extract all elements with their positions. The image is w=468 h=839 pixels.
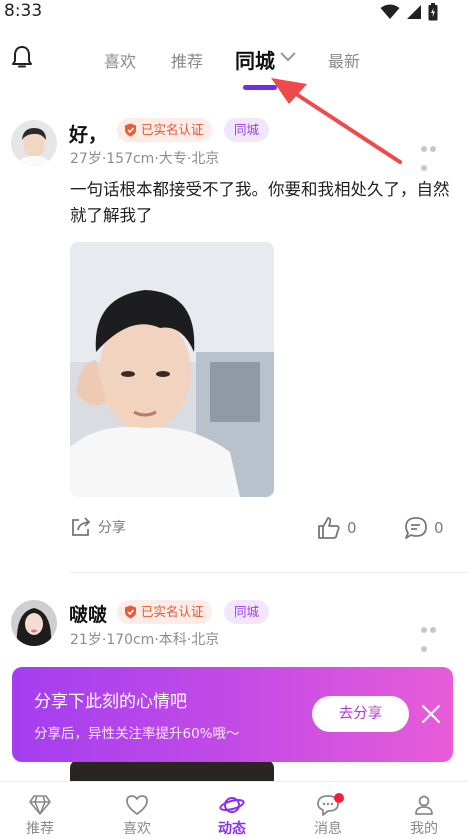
username[interactable]: 啵啵 [69,600,107,627]
username[interactable]: 好， [69,120,107,147]
share-button[interactable]: 分享 [70,516,126,538]
same-city-badge: 同城 [224,600,270,624]
battery-icon [428,3,438,21]
heart-icon [126,795,148,815]
nav-item-moments[interactable]: 动态 [202,794,262,838]
top-nav: 喜欢 推荐 同城 最新 [0,34,468,94]
nav-label: 推荐 [26,821,54,837]
like-button[interactable]: 0 [317,516,357,540]
verified-badge-label: 已实名认证 [141,604,204,619]
profile-icon [415,795,433,815]
nav-item-recommend[interactable]: 推荐 [10,794,70,838]
share-mood-banner: 分享下此刻的心情吧 分享后，异性关注率提升60%哦～ 去分享 [12,667,453,762]
signal-icon [407,5,421,19]
status-icons [380,3,438,21]
post-photo[interactable] [70,242,274,497]
post-actions: 分享 0 0 [0,516,468,542]
comment-icon [405,517,427,539]
more-options-button[interactable] [421,618,447,652]
verified-badge: 已实名认证 [117,600,212,624]
nav-label: 动态 [218,821,246,837]
active-tab-indicator [243,85,277,90]
status-bar: 8:33 [0,0,468,24]
share-label: 分享 [98,520,126,536]
feed: 好， 已实名认证 同城 27岁·157cm·大专·北京 一句话根本都接受不了我。… [0,110,468,790]
more-options-button[interactable] [421,137,447,171]
nav-label: 消息 [314,821,342,837]
user-meta: 27岁·157cm·大专·北京 [70,151,220,167]
post-divider [70,572,468,573]
nav-item-like[interactable]: 喜欢 [107,794,167,838]
unread-dot [334,793,344,803]
go-share-button[interactable]: 去分享 [312,696,409,732]
comment-button[interactable]: 0 [404,516,444,540]
status-time: 8:33 [4,1,43,21]
share-icon [72,517,91,536]
verified-badge: 已实名认证 [117,118,212,142]
nav-label: 我的 [410,821,438,837]
comment-count: 0 [434,519,444,537]
avatar[interactable] [11,600,57,646]
same-city-badge: 同城 [224,118,270,142]
shield-icon [125,605,136,619]
tab-recommend[interactable]: 推荐 [171,48,203,72]
like-count: 0 [347,519,357,537]
tab-latest[interactable]: 最新 [328,48,360,72]
post-text: 一句话根本都接受不了我。你要和我相处久了，自然就了解我了 [70,180,450,225]
banner-subtitle: 分享后，异性关注率提升60%哦～ [34,726,240,742]
avatar[interactable] [11,120,57,166]
planet-icon [219,797,245,813]
bottom-nav: 推荐 喜欢 动态 消息 我的 [0,781,468,839]
chevron-down-icon[interactable] [279,51,297,63]
banner-title: 分享下此刻的心情吧 [34,692,187,712]
post-card: 好， 已实名认证 同城 27岁·157cm·大专·北京 一句话根本都接受不了我。… [0,110,468,580]
diamond-icon [29,795,51,815]
nav-label: 喜欢 [123,821,151,837]
thumbs-up-icon [318,517,340,539]
bell-icon[interactable] [10,44,34,70]
nav-item-profile[interactable]: 我的 [394,794,454,838]
tab-same-city[interactable]: 同城 [235,45,275,74]
tab-like[interactable]: 喜欢 [104,48,136,72]
verified-badge-label: 已实名认证 [141,122,204,137]
wifi-icon [380,4,400,19]
user-meta: 21岁·170cm·本科·北京 [70,632,220,648]
nav-item-messages[interactable]: 消息 [298,793,358,838]
shield-icon [125,123,136,137]
close-icon[interactable] [420,703,442,725]
